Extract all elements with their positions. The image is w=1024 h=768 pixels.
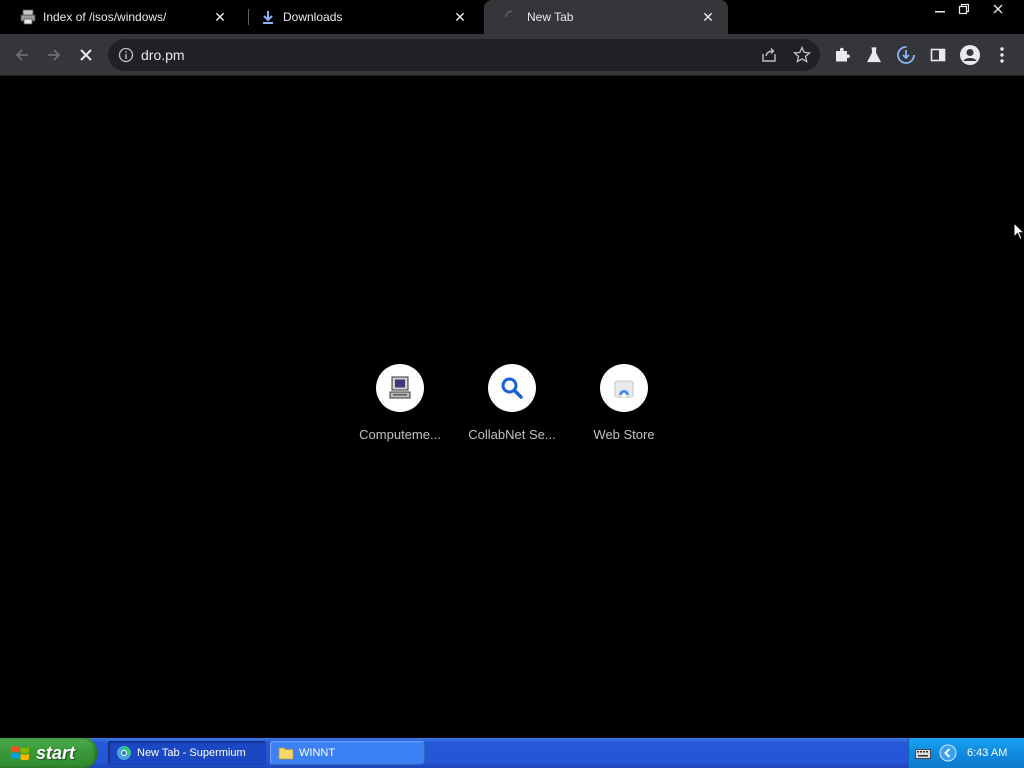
- labs-button[interactable]: [858, 39, 890, 71]
- folder-icon: [278, 746, 294, 760]
- close-window-button[interactable]: [984, 0, 1012, 18]
- close-icon[interactable]: ✕: [212, 9, 228, 25]
- taskbar-item-label: New Tab - Supermium: [137, 747, 246, 759]
- windows-logo-icon: [10, 744, 30, 762]
- web-store-icon: [614, 380, 634, 398]
- tab-new-tab[interactable]: New Tab ✕: [484, 0, 728, 34]
- download-icon: [260, 9, 276, 25]
- keyboard-icon[interactable]: [915, 747, 931, 765]
- browser-toolbar: dro.pm: [0, 34, 1024, 76]
- shortcut-label: Web Store: [593, 427, 655, 442]
- tab-label: Index of /isos/windows/: [43, 10, 167, 24]
- clock[interactable]: 6:43 AM: [967, 738, 1007, 768]
- start-label: start: [36, 742, 76, 763]
- flask-icon: [867, 47, 881, 63]
- shortcut-icon-circle: [376, 364, 424, 412]
- side-panel-icon: [930, 48, 946, 62]
- shortcut-label: Computeme...: [359, 427, 441, 442]
- stop-loading-button[interactable]: [70, 39, 102, 71]
- forward-button[interactable]: [38, 39, 70, 71]
- share-icon[interactable]: [760, 47, 778, 68]
- shortcut-icon-circle: [600, 364, 648, 412]
- mouse-cursor-icon: [1013, 221, 1024, 247]
- tab-strip: Index of /isos/windows/ ✕ Downloads ✕ Ne…: [0, 0, 1024, 34]
- url-text: dro.pm: [141, 47, 185, 63]
- avatar-icon: [960, 45, 980, 65]
- kebab-menu-icon: [1000, 47, 1004, 63]
- arrow-left-icon: [15, 49, 28, 61]
- computer-icon: [389, 376, 411, 399]
- puzzle-icon: [836, 47, 850, 62]
- shortcut-icon-circle: [488, 364, 536, 412]
- omnibox[interactable]: dro.pm: [108, 39, 820, 71]
- extensions-button[interactable]: [826, 39, 858, 71]
- magnifier-icon: [501, 377, 523, 399]
- close-icon: [80, 49, 92, 61]
- side-panel-button[interactable]: [922, 39, 954, 71]
- taskbar-item-winnt[interactable]: WINNT: [270, 741, 425, 765]
- new-tab-page: Computeme... CollabNet Se... Web Store: [0, 77, 1024, 738]
- windows-taskbar: start New Tab - Supermium WINNT 6:43 AM: [0, 738, 1024, 768]
- taskbar-item-supermium[interactable]: New Tab - Supermium: [108, 741, 266, 765]
- loading-spinner-icon: [504, 9, 520, 25]
- shortcut-tile[interactable]: Computeme...: [344, 363, 456, 453]
- shortcut-tile[interactable]: CollabNet Se...: [456, 363, 568, 453]
- shortcut-label: CollabNet Se...: [468, 427, 556, 442]
- close-icon[interactable]: ✕: [452, 9, 468, 25]
- start-button[interactable]: start: [0, 738, 97, 768]
- download-progress-icon: [897, 46, 915, 64]
- profile-button[interactable]: [954, 39, 986, 71]
- bookmark-star-icon[interactable]: [792, 45, 812, 69]
- arrow-right-icon: [48, 49, 61, 61]
- restore-button[interactable]: [950, 0, 978, 18]
- info-icon[interactable]: [118, 47, 134, 68]
- show-hidden-icons-icon[interactable]: [939, 744, 957, 767]
- close-icon[interactable]: ✕: [700, 9, 716, 25]
- browser-icon: [116, 745, 132, 761]
- downloads-button[interactable]: [890, 39, 922, 71]
- tab-label: New Tab: [527, 10, 574, 24]
- printer-favicon-icon: [20, 9, 36, 25]
- taskbar-item-label: WINNT: [299, 747, 336, 759]
- system-tray: 6:43 AM: [908, 738, 1024, 768]
- tab-downloads[interactable]: Downloads ✕: [240, 0, 480, 34]
- tab-label: Downloads: [283, 10, 343, 24]
- shortcut-tile[interactable]: Web Store: [568, 363, 680, 453]
- tab-index-isos[interactable]: Index of /isos/windows/ ✕: [0, 0, 240, 34]
- back-button[interactable]: [6, 39, 38, 71]
- menu-button[interactable]: [986, 39, 1018, 71]
